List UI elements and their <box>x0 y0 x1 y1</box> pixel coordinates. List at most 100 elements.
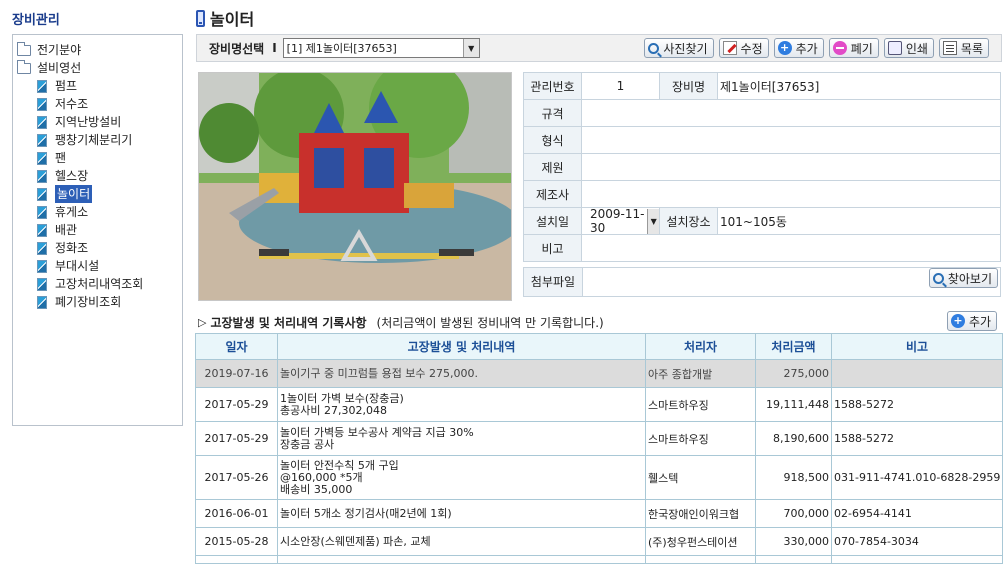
toolbar-buttons: 사진찾기 수정 + 추가 폐기 인쇄 목록 <box>644 38 989 58</box>
tree-item-label: 팬 <box>55 151 67 165</box>
tree-item[interactable]: 배관 <box>17 221 182 239</box>
tree-item-label: 설비영선 <box>37 61 82 75</box>
table-row[interactable]: 2016-06-01 놀이터 5개소 정기검사(매2년에 1회) 한국장애인이워크협… <box>195 499 1003 528</box>
edit-label: 수정 <box>740 41 763 56</box>
cell-amount: 8,190,600 <box>755 421 832 456</box>
add-button[interactable]: + 추가 <box>773 38 824 58</box>
tree-item-label: 고장처리내역조회 <box>55 277 144 291</box>
tree-item-label: 팽창기체분리기 <box>55 133 133 147</box>
description-line: 놀이터 가벽등 보수공사 계약금 지급 30% <box>280 425 474 439</box>
attachment-row: 첨부파일 찾아보기 <box>523 267 1001 297</box>
chevron-down-icon[interactable]: ▼ <box>462 39 479 57</box>
search-icon <box>648 42 660 54</box>
table-row[interactable]: 2019-07-16 놀이기구 중 미끄럼틀 용접 보수 275,000. 아주 종… <box>195 359 1003 388</box>
col-date: 일자 <box>195 333 278 360</box>
table-row[interactable]: 2017-05-26 놀이터 안전수칙 5개 구입 @160,000 *5개 배송비 … <box>195 455 1003 500</box>
history-note: (처리금액이 발생된 정비내역 만 기록합니다.) <box>376 316 604 330</box>
cell-empty <box>645 555 756 564</box>
tree-item[interactable]: 고장처리내역조회 <box>17 275 182 293</box>
cell-empty <box>277 555 646 564</box>
tree-item[interactable]: 지역난방설비 <box>17 113 182 131</box>
tree-item[interactable]: 저수조 <box>17 95 182 113</box>
printer-icon <box>887 41 902 55</box>
install-date-value: 2009-11-30 <box>590 207 645 235</box>
cell-handler: 한국장애인이워크협 <box>645 499 756 528</box>
document-icon <box>37 79 47 93</box>
tree-item-label: 전기분야 <box>37 43 82 57</box>
cell-amount: 918,500 <box>755 455 832 500</box>
table-row[interactable]: 2017-05-29 1놀이터 가벽 보수(장충금) 총공사비 27,302,048… <box>195 387 1003 422</box>
install-place-value: 101~105동 <box>717 207 1001 235</box>
col-description: 고장발생 및 처리내역 <box>277 333 646 360</box>
tree-item-label: 배관 <box>55 223 78 237</box>
cell-date: 2017-05-26 <box>195 455 278 500</box>
list-button[interactable]: 목록 <box>938 38 989 58</box>
list-label: 목록 <box>960 41 983 56</box>
folder-icon <box>17 41 31 56</box>
history-header: ▷ 고장발생 및 처리내역 기록사항 (처리금액이 발생된 정비내역 만 기록합… <box>198 314 604 331</box>
plus-icon: + <box>951 314 965 328</box>
specs-label: 제원 <box>523 153 582 181</box>
maker-label: 제조사 <box>523 180 582 208</box>
description-line: 놀이터 안전수칙 5개 구입 <box>280 458 399 472</box>
print-label: 인쇄 <box>905 41 928 56</box>
tree-item-label: 놀이터 <box>55 185 93 203</box>
cell-desc: 놀이터 5개소 정기검사(매2년에 1회) <box>277 499 646 528</box>
install-place-label: 설치장소 <box>659 207 718 235</box>
document-icon <box>37 223 47 237</box>
specs-value <box>581 153 1001 181</box>
tree-item-label: 폐기장비조회 <box>55 295 122 309</box>
tree-item[interactable]: 휴게소 <box>17 203 182 221</box>
tree-item[interactable]: 부대시설 <box>17 257 182 275</box>
tree-item[interactable]: 펌프 <box>17 77 182 95</box>
calendar-dropdown-icon[interactable]: ▼ <box>647 208 659 234</box>
document-icon <box>37 169 47 183</box>
install-date-field[interactable]: 2009-11-30 ▼ <box>581 207 660 235</box>
install-date-label: 설치일 <box>523 207 582 235</box>
tree-item[interactable]: 팽창기체분리기 <box>17 131 182 149</box>
print-button[interactable]: 인쇄 <box>883 38 934 58</box>
cell-date: 2015-05-28 <box>195 527 278 556</box>
tree-item[interactable]: 폐기장비조회 <box>17 293 182 311</box>
equipment-tree: 전기분야설비영선펌프 저수조지역난방설비팽창기체분리기팬헬스장 놀이터휴게소배관정화… <box>12 34 183 426</box>
description-line: 배송비 35,000 <box>280 482 353 496</box>
browse-label: 찾아보기 <box>947 271 992 286</box>
tree-item[interactable]: 팬 <box>17 149 182 167</box>
tree-item[interactable]: 전기분야 <box>17 41 182 59</box>
model-label: 형식 <box>523 126 582 154</box>
tree-item[interactable]: 헬스장 <box>17 167 182 185</box>
tree-item[interactable]: 정화조 <box>17 239 182 257</box>
edit-icon <box>722 41 737 55</box>
cell-empty <box>831 555 1003 564</box>
equipment-select[interactable]: [1] 제1놀이터[37653] ▼ <box>282 38 480 58</box>
history-add-label: 추가 <box>969 314 992 329</box>
description-line: 1놀이터 가벽 보수(장충금) <box>280 391 404 405</box>
document-icon <box>37 97 47 111</box>
tree-item-label: 지역난방설비 <box>55 115 122 129</box>
equipment-name-value: 제1놀이터[37653] <box>717 72 1001 100</box>
attachment-label: 첨부파일 <box>524 268 583 296</box>
spec-label: 규격 <box>523 99 582 127</box>
table-row[interactable]: 2017-05-29 놀이터 가벽등 보수공사 계약금 지급 30% 장충금 공사 스… <box>195 421 1003 456</box>
history-table: 일자 고장발생 및 처리내역 처리자 처리금액 비고 2019-07-16 놀이기… <box>195 333 1003 564</box>
tree-item[interactable]: 놀이터 <box>17 185 182 203</box>
toolbar-separator: I <box>272 41 277 55</box>
cell-amount: 19,111,448 <box>755 387 832 422</box>
table-row[interactable]: 2015-05-28 시소안장(스웨덴제품) 파손, 교체 (주)청우펀스테이션 33… <box>195 527 1003 556</box>
cell-note: 1588-5272 <box>831 387 1003 422</box>
tree-item[interactable]: 설비영선 <box>17 59 182 77</box>
discard-button[interactable]: 폐기 <box>828 38 879 58</box>
edit-button[interactable]: 수정 <box>718 38 769 58</box>
cell-empty <box>195 555 278 564</box>
history-add-button[interactable]: + 추가 <box>947 311 998 331</box>
cell-date: 2019-07-16 <box>195 359 278 388</box>
tree-item-label: 휴게소 <box>55 205 89 219</box>
document-icon <box>37 151 47 165</box>
document-icon <box>37 115 47 129</box>
photo-search-button[interactable]: 사진찾기 <box>644 38 714 58</box>
table-row-empty <box>195 555 1003 564</box>
cell-date: 2016-06-01 <box>195 499 278 528</box>
browse-button[interactable]: 찾아보기 <box>928 268 998 288</box>
cell-desc: 놀이기구 중 미끄럼틀 용접 보수 275,000. <box>277 359 646 388</box>
equipment-select-value: [1] 제1놀이터[37653] <box>286 42 397 55</box>
